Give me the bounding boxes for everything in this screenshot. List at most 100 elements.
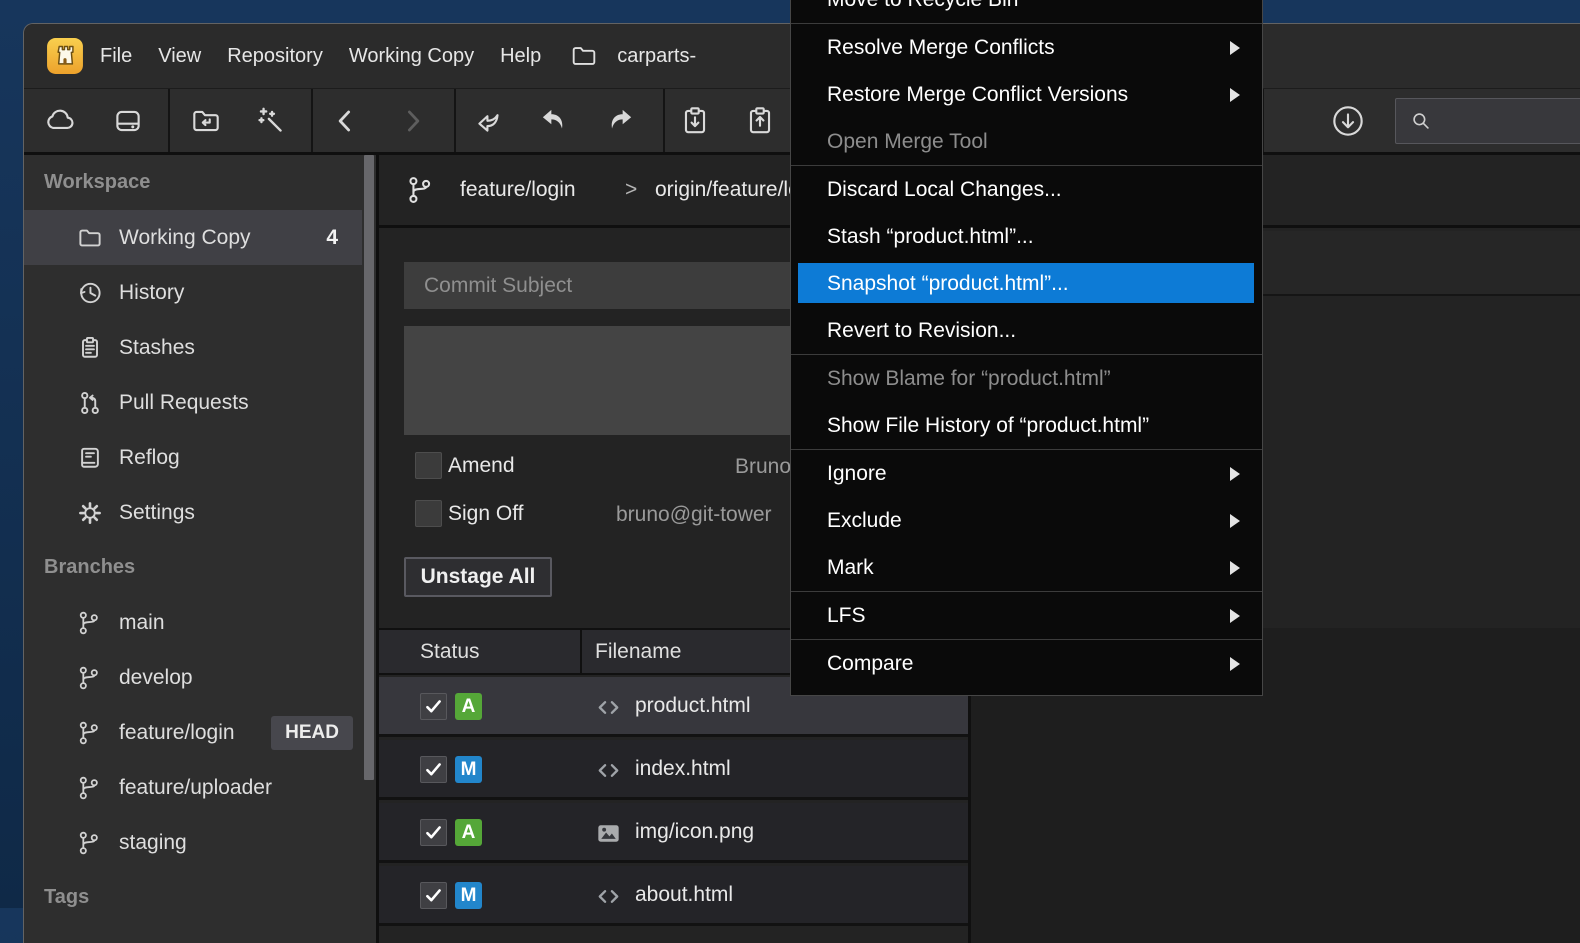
sidebar-item-stashes[interactable]: Stashes xyxy=(24,320,376,375)
head-badge: HEAD xyxy=(271,716,353,750)
sidebar-item-branch-develop[interactable]: develop xyxy=(24,650,376,705)
sidebar-scrollbar[interactable] xyxy=(364,155,374,780)
search-box[interactable] xyxy=(1395,98,1580,144)
discard-arrow-icon xyxy=(472,104,506,138)
menu-item-mark[interactable]: Mark xyxy=(791,544,1262,591)
sidebar-item-branch-feature-login[interactable]: feature/login HEAD xyxy=(24,705,376,760)
status-badge: M xyxy=(455,882,482,909)
column-divider[interactable] xyxy=(580,630,582,673)
menu-item-snapshot-product-html[interactable]: Snapshot “product.html”... xyxy=(791,260,1262,307)
check-icon xyxy=(422,695,445,718)
toolbar-separator xyxy=(663,89,665,152)
apply-stash-button[interactable] xyxy=(738,99,782,143)
menu-item-label: Resolve Merge Conflicts xyxy=(827,36,1055,60)
column-status[interactable]: Status xyxy=(420,640,480,664)
menu-view[interactable]: View xyxy=(158,45,201,68)
menu-file[interactable]: File xyxy=(100,45,132,68)
file-row-about[interactable]: M about.html xyxy=(379,866,968,926)
stage-checkbox[interactable] xyxy=(420,756,447,783)
open-repository-button[interactable] xyxy=(184,99,228,143)
menu-item-label: Restore Merge Conflict Versions xyxy=(827,83,1128,107)
sidebar-header-branches: Branches xyxy=(24,540,376,595)
filename: img/icon.png xyxy=(635,820,754,844)
amend-label: Amend xyxy=(448,454,515,478)
menu-item-label: Compare xyxy=(827,652,913,676)
menu-working-copy[interactable]: Working Copy xyxy=(349,45,474,68)
code-file-icon xyxy=(593,755,624,786)
stage-checkbox[interactable] xyxy=(420,819,447,846)
filename: about.html xyxy=(635,883,733,907)
fetch-button[interactable] xyxy=(1326,99,1370,143)
sidebar-item-branch-feature-uploader[interactable]: feature/uploader xyxy=(24,760,376,815)
sidebar-item-branch-staging[interactable]: staging xyxy=(24,815,376,870)
unstage-all-button[interactable]: Unstage All xyxy=(404,557,552,597)
stashes-icon xyxy=(76,334,104,362)
open-repository-icon xyxy=(189,104,223,138)
sidebar-item-label: Settings xyxy=(119,501,195,525)
menu-item-compare[interactable]: Compare xyxy=(791,640,1262,687)
submenu-arrow-icon xyxy=(1230,467,1240,481)
menu-help[interactable]: Help xyxy=(500,45,541,68)
repo-tab[interactable]: carparts- xyxy=(567,41,696,71)
sidebar-item-branch-main[interactable]: main xyxy=(24,595,376,650)
stash-button[interactable] xyxy=(673,99,717,143)
menu-item-lfs[interactable]: LFS xyxy=(791,592,1262,639)
sidebar-header-workspace: Workspace xyxy=(24,155,376,210)
sidebar-item-working-copy[interactable]: Working Copy 4 xyxy=(24,210,362,265)
menu-item-ignore[interactable]: Ignore xyxy=(791,450,1262,497)
menu-item-show-blame[interactable]: Show Blame for “product.html” xyxy=(791,355,1262,402)
forward-button[interactable] xyxy=(390,99,434,143)
push-button[interactable] xyxy=(598,99,642,143)
back-button[interactable] xyxy=(324,99,368,143)
status-badge: A xyxy=(455,693,482,720)
tower-app-icon xyxy=(46,37,84,75)
menu-item-open-merge-tool[interactable]: Open Merge Tool xyxy=(791,118,1262,165)
column-filename[interactable]: Filename xyxy=(595,640,681,664)
device-button[interactable] xyxy=(106,99,150,143)
pull-request-icon xyxy=(76,389,104,417)
menu-repository[interactable]: Repository xyxy=(227,45,323,68)
file-row-index[interactable]: M index.html xyxy=(379,740,968,800)
current-branch[interactable]: feature/login xyxy=(460,178,576,202)
stage-checkbox[interactable] xyxy=(420,882,447,909)
submenu-arrow-icon xyxy=(1230,657,1240,671)
menu-item-stash-product-html[interactable]: Stash “product.html”... xyxy=(791,213,1262,260)
author-name: Bruno xyxy=(735,455,791,479)
repo-name: carparts- xyxy=(617,45,696,68)
sidebar-item-label: Working Copy xyxy=(119,226,251,250)
history-icon xyxy=(76,279,104,307)
image-file-icon xyxy=(593,818,624,849)
magic-wand-icon xyxy=(254,104,288,138)
menu-item-move-to-recycle-bin[interactable]: Move to Recycle Bin xyxy=(791,0,1262,23)
sign-off-checkbox[interactable] xyxy=(415,500,442,527)
chevron-left-icon xyxy=(329,104,363,138)
discard-button[interactable] xyxy=(467,99,511,143)
stage-checkbox[interactable] xyxy=(420,693,447,720)
sidebar-item-pull-requests[interactable]: Pull Requests xyxy=(24,375,376,430)
apply-stash-icon xyxy=(743,104,777,138)
settings-gear-icon xyxy=(76,499,104,527)
file-row-icon-png[interactable]: A img/icon.png xyxy=(379,803,968,863)
code-file-icon xyxy=(593,692,624,723)
menu-item-revert-to-revision[interactable]: Revert to Revision... xyxy=(791,307,1262,354)
search-input[interactable] xyxy=(1442,109,1580,133)
sidebar-item-reflog[interactable]: Reflog xyxy=(24,430,376,485)
submenu-arrow-icon xyxy=(1230,88,1240,102)
sidebar-item-label: Reflog xyxy=(119,446,180,470)
menu-item-discard-local-changes[interactable]: Discard Local Changes... xyxy=(791,166,1262,213)
menu-item-restore-merge-conflict-versions[interactable]: Restore Merge Conflict Versions xyxy=(791,71,1262,118)
branch-label: main xyxy=(119,611,165,635)
pull-button[interactable] xyxy=(532,99,576,143)
cloud-button[interactable] xyxy=(38,99,82,143)
menu-item-resolve-merge-conflicts[interactable]: Resolve Merge Conflicts xyxy=(791,24,1262,71)
menu-item-exclude[interactable]: Exclude xyxy=(791,497,1262,544)
menu-item-show-file-history[interactable]: Show File History of “product.html” xyxy=(791,402,1262,449)
cloud-icon xyxy=(43,104,77,138)
amend-checkbox[interactable] xyxy=(415,452,442,479)
sidebar-item-settings[interactable]: Settings xyxy=(24,485,376,540)
branch-label: staging xyxy=(119,831,187,855)
folder-icon xyxy=(76,224,104,252)
breadcrumb-separator: > xyxy=(625,178,637,202)
sidebar-item-history[interactable]: History xyxy=(24,265,376,320)
quick-actions-button[interactable] xyxy=(249,99,293,143)
